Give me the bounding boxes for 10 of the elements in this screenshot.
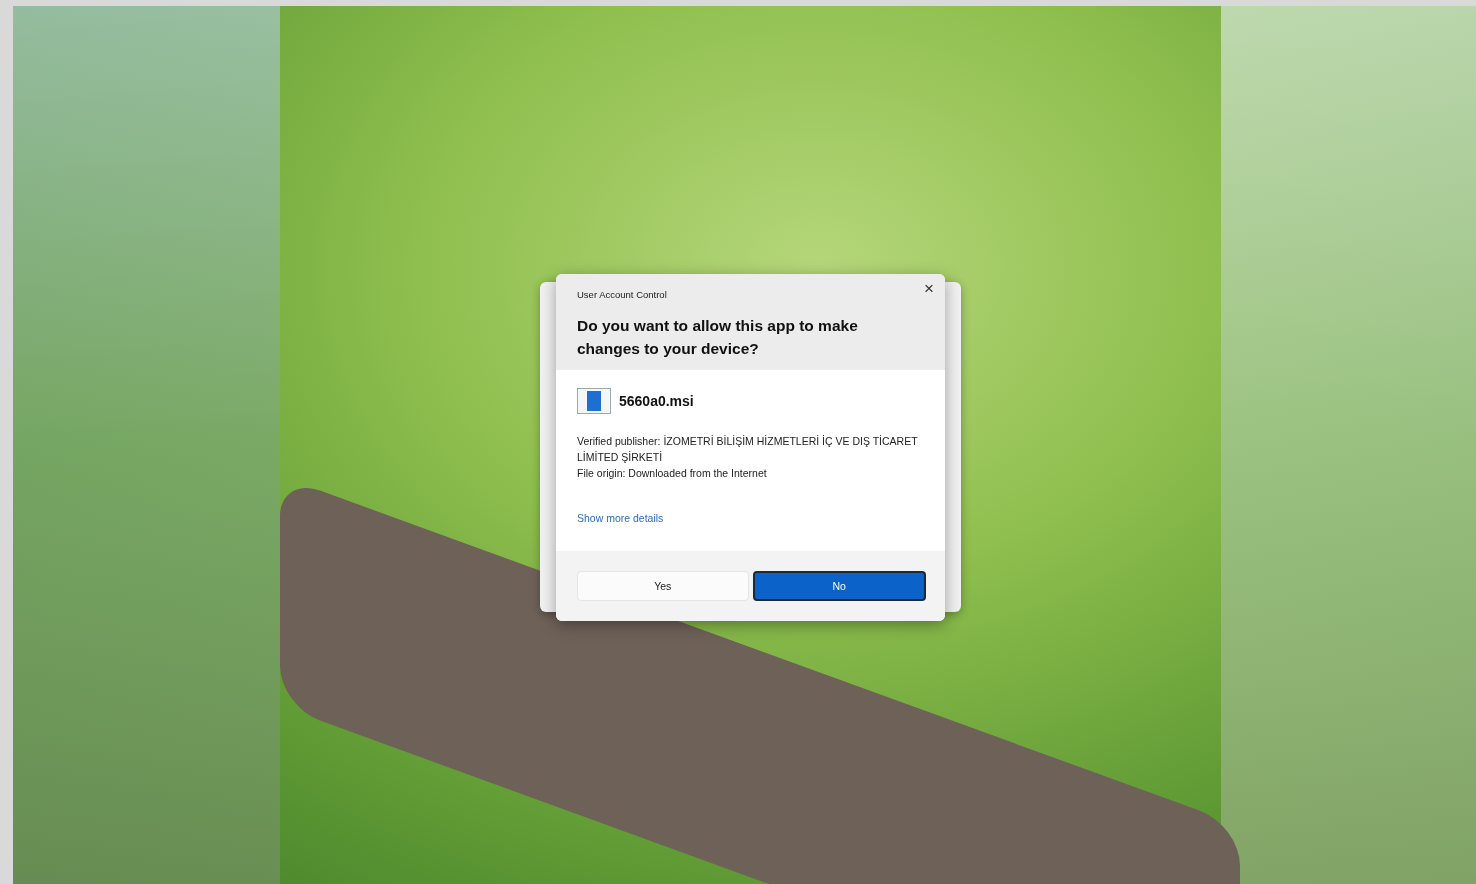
dialog-title: User Account Control (577, 288, 668, 302)
file-name: 5660a0.msi (619, 391, 694, 411)
dialog-button[interactable]: Yes (577, 571, 749, 602)
dialog-question: Do you want to allow this app to make changes to your device? (577, 316, 859, 359)
publisher-text: Verified publisher: İZOMETRİ BİLİŞİM HİZMETLERİ İÇ VE DIŞ TİCARET LİMİTED ŞİRKETİ (577, 434, 919, 465)
file-origin-text: File origin: Downloaded from the Internet (577, 465, 768, 481)
show-details-link[interactable]: Show more details (577, 512, 664, 525)
installer-icon (577, 388, 611, 415)
close-button[interactable]: × (919, 278, 939, 299)
default-button[interactable]: No (752, 571, 926, 602)
